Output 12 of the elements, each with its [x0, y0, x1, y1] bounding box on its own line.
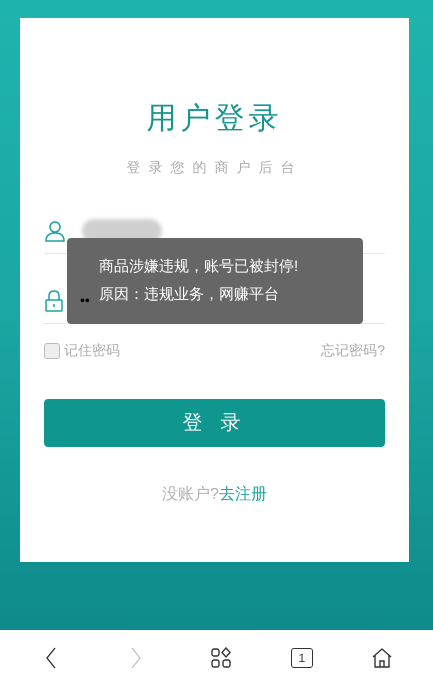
- signup-prompt: 没账户?: [162, 484, 219, 505]
- signup-link[interactable]: 去注册: [218, 483, 267, 507]
- user-icon: [44, 220, 66, 242]
- page-subtitle: 登录您的商户后台: [126, 158, 302, 177]
- lock-icon: [44, 290, 64, 312]
- page-title: 用户登录: [146, 101, 282, 137]
- forgot-password-link[interactable]: 忘记密码?: [321, 340, 385, 361]
- login-button[interactable]: 登 录: [44, 399, 385, 447]
- tab-count-button[interactable]: 1: [290, 648, 313, 668]
- password-value: ••: [80, 291, 90, 310]
- remember-checkbox[interactable]: [44, 342, 60, 358]
- remember-label: 记住密码: [64, 341, 120, 360]
